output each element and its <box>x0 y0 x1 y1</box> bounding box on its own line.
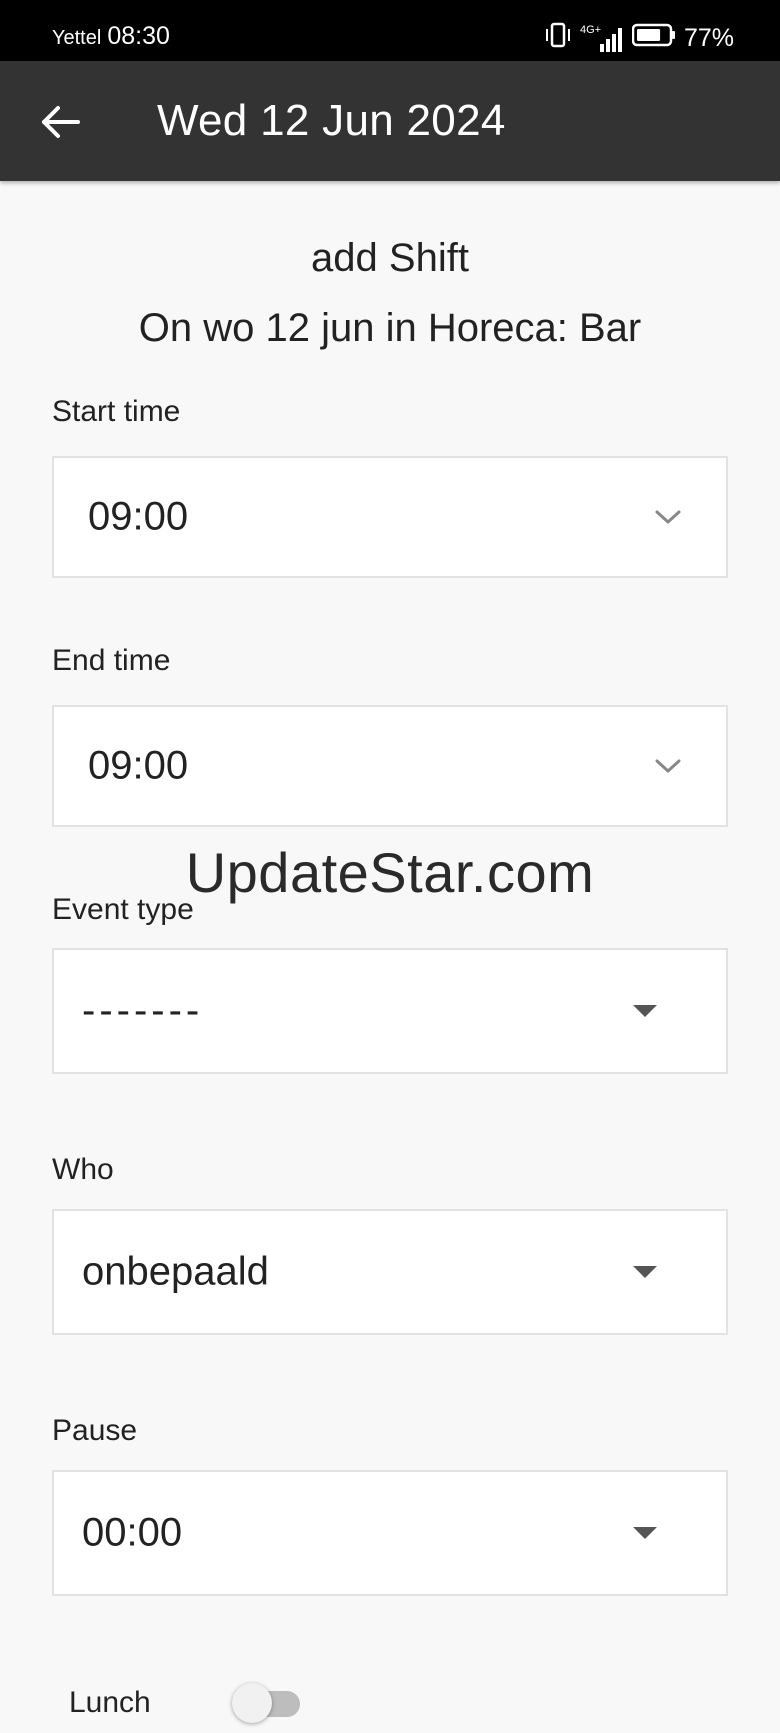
pause-value: 00:00 <box>82 1510 183 1555</box>
status-left: Yettel 08:30 <box>52 22 170 51</box>
start-time-select[interactable]: 09:00 <box>52 456 728 578</box>
toggle-thumb <box>232 1683 272 1723</box>
who-label: Who <box>52 1153 114 1186</box>
app-bar: Wed 12 Jun 2024 <box>0 61 780 181</box>
end-time-select[interactable]: 09:00 <box>52 705 728 827</box>
status-right: 4G+ 77% <box>544 22 734 55</box>
start-time-label: Start time <box>52 395 181 428</box>
pause-label: Pause <box>52 1414 138 1447</box>
caret-down-icon <box>633 1266 657 1278</box>
who-select[interactable]: onbepaald <box>52 1209 728 1335</box>
arrow-left-icon <box>42 106 80 138</box>
chevron-down-icon <box>655 759 681 773</box>
end-time-value: 09:00 <box>88 743 189 788</box>
who-value: onbepaald <box>82 1249 269 1294</box>
status-clock: 08:30 <box>107 22 170 50</box>
status-bar: Yettel 08:30 4G+ 77% <box>0 0 780 61</box>
lunch-label: Lunch <box>69 1686 151 1719</box>
event-type-label: Event type <box>52 893 194 926</box>
start-time-value: 09:00 <box>88 494 189 539</box>
signal-icon: 4G+ <box>580 24 624 52</box>
carrier-name: Yettel <box>52 27 102 49</box>
back-button[interactable] <box>38 99 84 145</box>
caret-down-icon <box>633 1527 657 1539</box>
end-time-label: End time <box>52 644 171 677</box>
battery-icon <box>631 22 676 55</box>
event-type-value: ------- <box>82 988 204 1033</box>
battery-percent: 77% <box>683 24 734 52</box>
page-title: Wed 12 Jun 2024 <box>157 96 506 145</box>
vibrate-icon <box>544 22 572 55</box>
lunch-toggle[interactable] <box>232 1683 302 1723</box>
form-subheading: On wo 12 jun in Horeca: Bar <box>138 306 642 350</box>
event-type-select[interactable]: ------- <box>52 948 728 1074</box>
form-heading: add Shift <box>311 236 469 280</box>
caret-down-icon <box>633 1005 657 1017</box>
chevron-down-icon <box>655 510 681 524</box>
pause-select[interactable]: 00:00 <box>52 1470 728 1596</box>
